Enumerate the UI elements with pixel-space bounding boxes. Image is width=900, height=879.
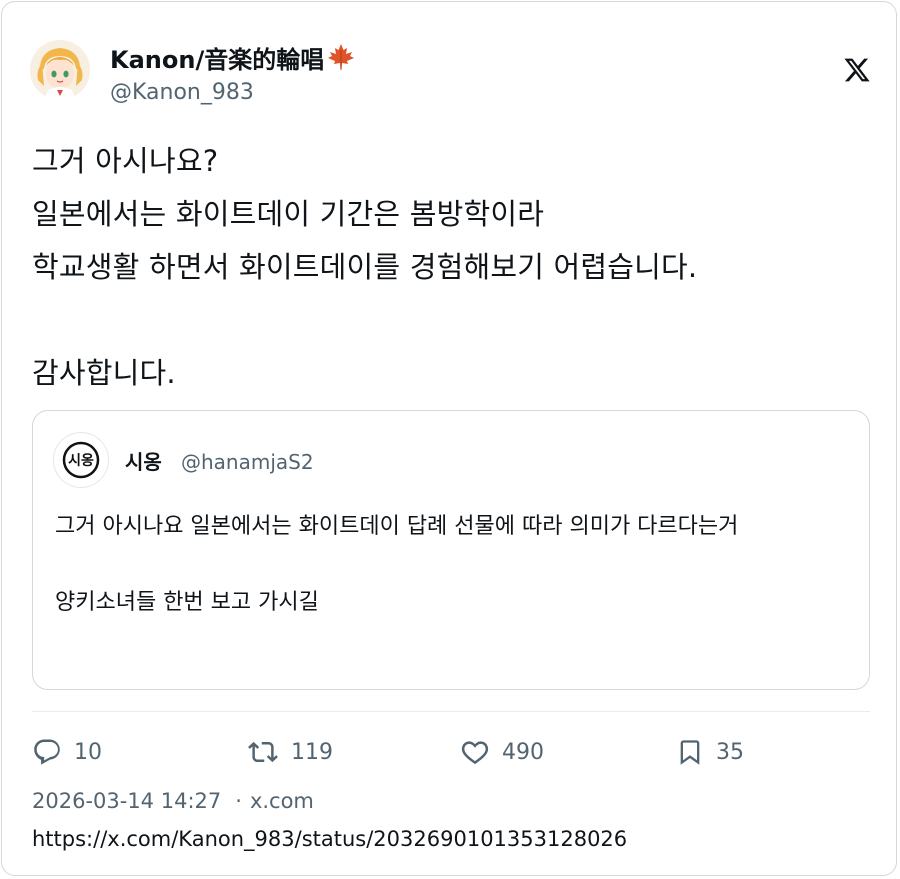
bookmark-count: 35 — [716, 739, 744, 765]
quoted-avatar-text: 시옹 — [68, 453, 94, 469]
author-name[interactable]: Kanon/音楽的輪唱 — [110, 42, 356, 75]
quoted-author-handle[interactable]: @hanamjaS2 — [181, 449, 314, 475]
signature-avatar-icon: 시옹 — [62, 441, 100, 479]
reply-icon — [34, 739, 60, 765]
retweet-count: 119 — [291, 739, 333, 765]
x-logo-icon[interactable] — [843, 56, 871, 84]
like-count: 490 — [502, 739, 544, 765]
tweet-url[interactable]: https://x.com/Kanon_983/status/203269010… — [32, 825, 627, 853]
author-name-text: Kanon/音楽的輪唱 — [110, 46, 325, 74]
author-handle[interactable]: @Kanon_983 — [110, 79, 254, 107]
like-button[interactable]: 490 — [460, 735, 544, 769]
quoted-author-avatar[interactable]: 시옹 — [53, 432, 109, 488]
tweet-text: 그거 아시나요? 일본에서는 화이트데이 기간은 봄방학이라 학교생활 하면서 … — [32, 144, 698, 390]
meta-separator: · — [235, 789, 242, 813]
reply-button[interactable]: 10 — [32, 735, 102, 769]
quoted-tweet[interactable]: 시옹 시옹 @hanamjaS2 그거 아시나요 일본에서는 화이트데이 답례 … — [32, 410, 870, 690]
bookmark-button[interactable]: 35 — [676, 735, 744, 769]
reply-count: 10 — [74, 739, 102, 765]
retweet-button[interactable]: 119 — [247, 735, 333, 769]
author-avatar[interactable] — [30, 40, 90, 100]
maple-leaf-icon — [328, 44, 355, 70]
quoted-tweet-text: 그거 아시나요 일본에서는 화이트데이 답례 선물에 따라 의미가 다르다는거 … — [55, 514, 739, 615]
timestamp[interactable]: 2026-03-14 14:27 — [32, 789, 221, 813]
divider — [32, 711, 870, 712]
heart-icon — [461, 741, 489, 765]
quoted-author-name[interactable]: 시옹 — [125, 449, 162, 475]
tweet-meta: 2026-03-14 14:27 · x.com — [32, 787, 314, 815]
retweet-icon — [248, 741, 278, 763]
source-link[interactable]: x.com — [250, 789, 314, 813]
tweet-card: Kanon/音楽的輪唱 @Kanon_983 그거 아시나요? 일본에서는 화이… — [1, 1, 897, 876]
anime-avatar-icon — [30, 40, 90, 100]
bookmark-icon — [680, 740, 700, 765]
